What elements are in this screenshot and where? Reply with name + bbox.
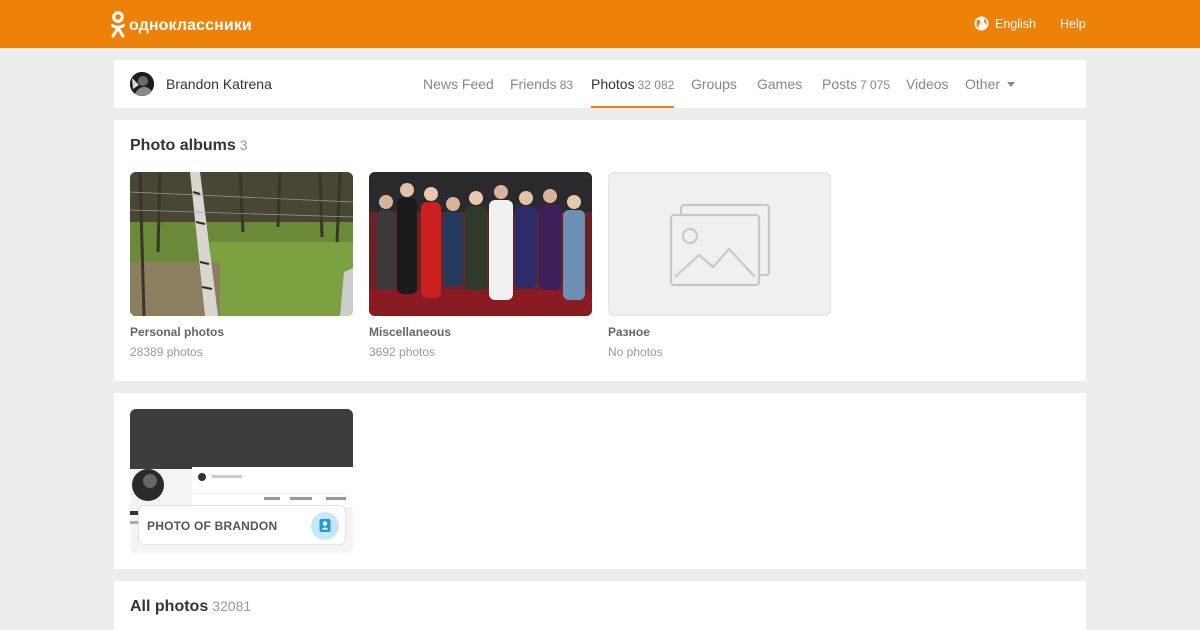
tagged-photos-section: PHOTO OF BRANDON: [114, 393, 1086, 569]
nav-groups[interactable]: Groups: [691, 60, 737, 108]
nav-label: Other: [965, 76, 1001, 92]
section-title: Photo albums 3: [130, 137, 248, 155]
tag-label: PHOTO OF BRANDON: [147, 519, 278, 533]
album-name[interactable]: Personal photos: [130, 325, 353, 339]
nav-count: 32 082: [637, 78, 675, 92]
album-count: 28389 photos: [130, 345, 203, 359]
nav-label: Videos: [906, 76, 949, 92]
nav-label: Friends: [510, 76, 557, 92]
album-count: 3692 photos: [369, 345, 436, 359]
album-card[interactable]: Personal photos 28389 photos: [130, 172, 353, 359]
birch-trees-photo: [130, 172, 353, 316]
profile-nav-bar: Brandon Katrena News Feed Friends 83 Phot…: [114, 60, 1086, 108]
album-card[interactable]: Miscellaneous 3692 photos: [369, 172, 592, 359]
profile-name[interactable]: Brandon Katrena: [166, 76, 272, 92]
language-label: English: [995, 16, 1036, 31]
nav-friends[interactable]: Friends 83: [510, 60, 573, 108]
nav-label: Photos: [591, 76, 635, 92]
album-count: No photos: [608, 345, 663, 359]
user-tag-icon: [311, 512, 339, 540]
help-link[interactable]: Help: [1060, 17, 1086, 31]
nav-label: Groups: [691, 76, 737, 92]
nav-photos[interactable]: Photos 32 082: [591, 60, 675, 108]
albums-count: 3: [239, 137, 248, 153]
albums-title: Photo albums: [130, 137, 236, 154]
album-thumbnail[interactable]: [608, 172, 831, 316]
logo-text: одноклассники: [129, 16, 252, 34]
tag-label-box[interactable]: PHOTO OF BRANDON: [138, 505, 346, 545]
chevron-down-icon: [1007, 82, 1016, 87]
nav-news-feed[interactable]: News Feed: [423, 60, 494, 108]
nav-label: Games: [757, 76, 803, 92]
nav-label: Posts: [822, 76, 858, 92]
section-title: All photos 32081: [130, 598, 251, 616]
nav-active-tab: Photos 32 082: [591, 60, 675, 108]
nav-count: 7 075: [860, 78, 891, 92]
photo-albums-section: Photo albums 3 Personal photos 28389 phot…: [114, 120, 1086, 381]
tagged-photo-card[interactable]: PHOTO OF BRANDON: [130, 409, 353, 553]
language-selector[interactable]: English: [974, 16, 1036, 31]
album-thumbnail[interactable]: [369, 172, 592, 316]
nav-count: 83: [559, 78, 574, 92]
album-name[interactable]: Разное: [608, 325, 831, 339]
globe-icon: [974, 16, 989, 31]
nav-other[interactable]: Other: [965, 60, 1016, 108]
placeholder-icon: [669, 203, 771, 287]
all-photos-title: All photos: [130, 598, 209, 615]
ok-logo-icon: [111, 11, 125, 38]
nav-videos[interactable]: Videos: [906, 60, 949, 108]
nav-posts[interactable]: Posts 7 075: [822, 60, 890, 108]
group-photo: [369, 172, 592, 316]
nav-label: News Feed: [423, 76, 494, 92]
top-bar: одноклассники English Help: [0, 0, 1200, 48]
ok-logo[interactable]: одноклассники: [110, 11, 252, 39]
album-thumbnail[interactable]: [130, 172, 353, 316]
nav-games[interactable]: Games: [757, 60, 802, 108]
album-card[interactable]: Разное No photos: [608, 172, 831, 359]
all-photos-count: 32081: [212, 598, 252, 614]
album-name[interactable]: Miscellaneous: [369, 325, 592, 339]
avatar-image: [130, 72, 154, 96]
all-photos-section: All photos 32081: [114, 581, 1086, 630]
avatar[interactable]: [130, 72, 154, 96]
